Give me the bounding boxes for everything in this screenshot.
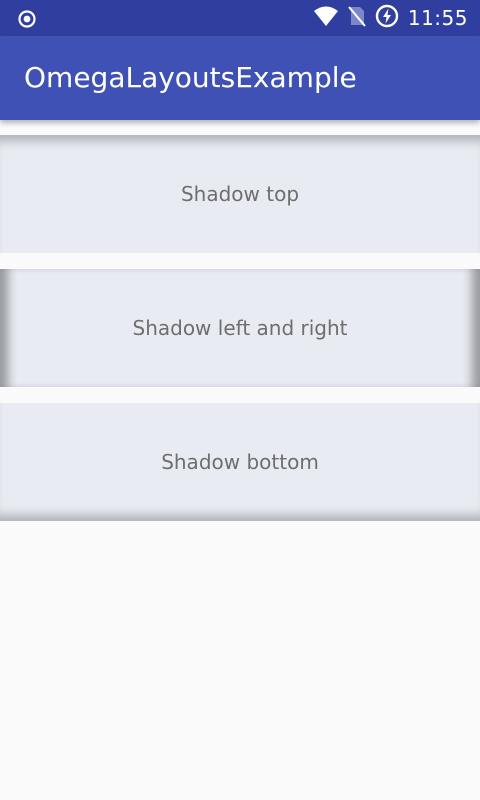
app-title: OmegaLayoutsExample xyxy=(24,61,357,94)
panel-label: Shadow left and right xyxy=(132,316,348,340)
panel-label: Shadow bottom xyxy=(161,450,319,474)
status-time: 11:55 xyxy=(407,6,468,30)
status-bar: 11:55 xyxy=(0,0,480,36)
shadow-top-panel: Shadow top xyxy=(0,135,480,253)
panel-label: Shadow top xyxy=(180,182,300,206)
no-sim-icon xyxy=(348,5,366,31)
shadow-left-right-panel: Shadow left and right xyxy=(0,269,480,387)
wifi-icon xyxy=(313,5,339,31)
battery-charging-icon xyxy=(375,4,399,32)
shadow-bottom-panel: Shadow bottom xyxy=(0,403,480,521)
record-icon xyxy=(17,9,37,29)
app-bar: OmegaLayoutsExample xyxy=(0,36,480,120)
status-icons: 11:55 xyxy=(313,0,468,36)
